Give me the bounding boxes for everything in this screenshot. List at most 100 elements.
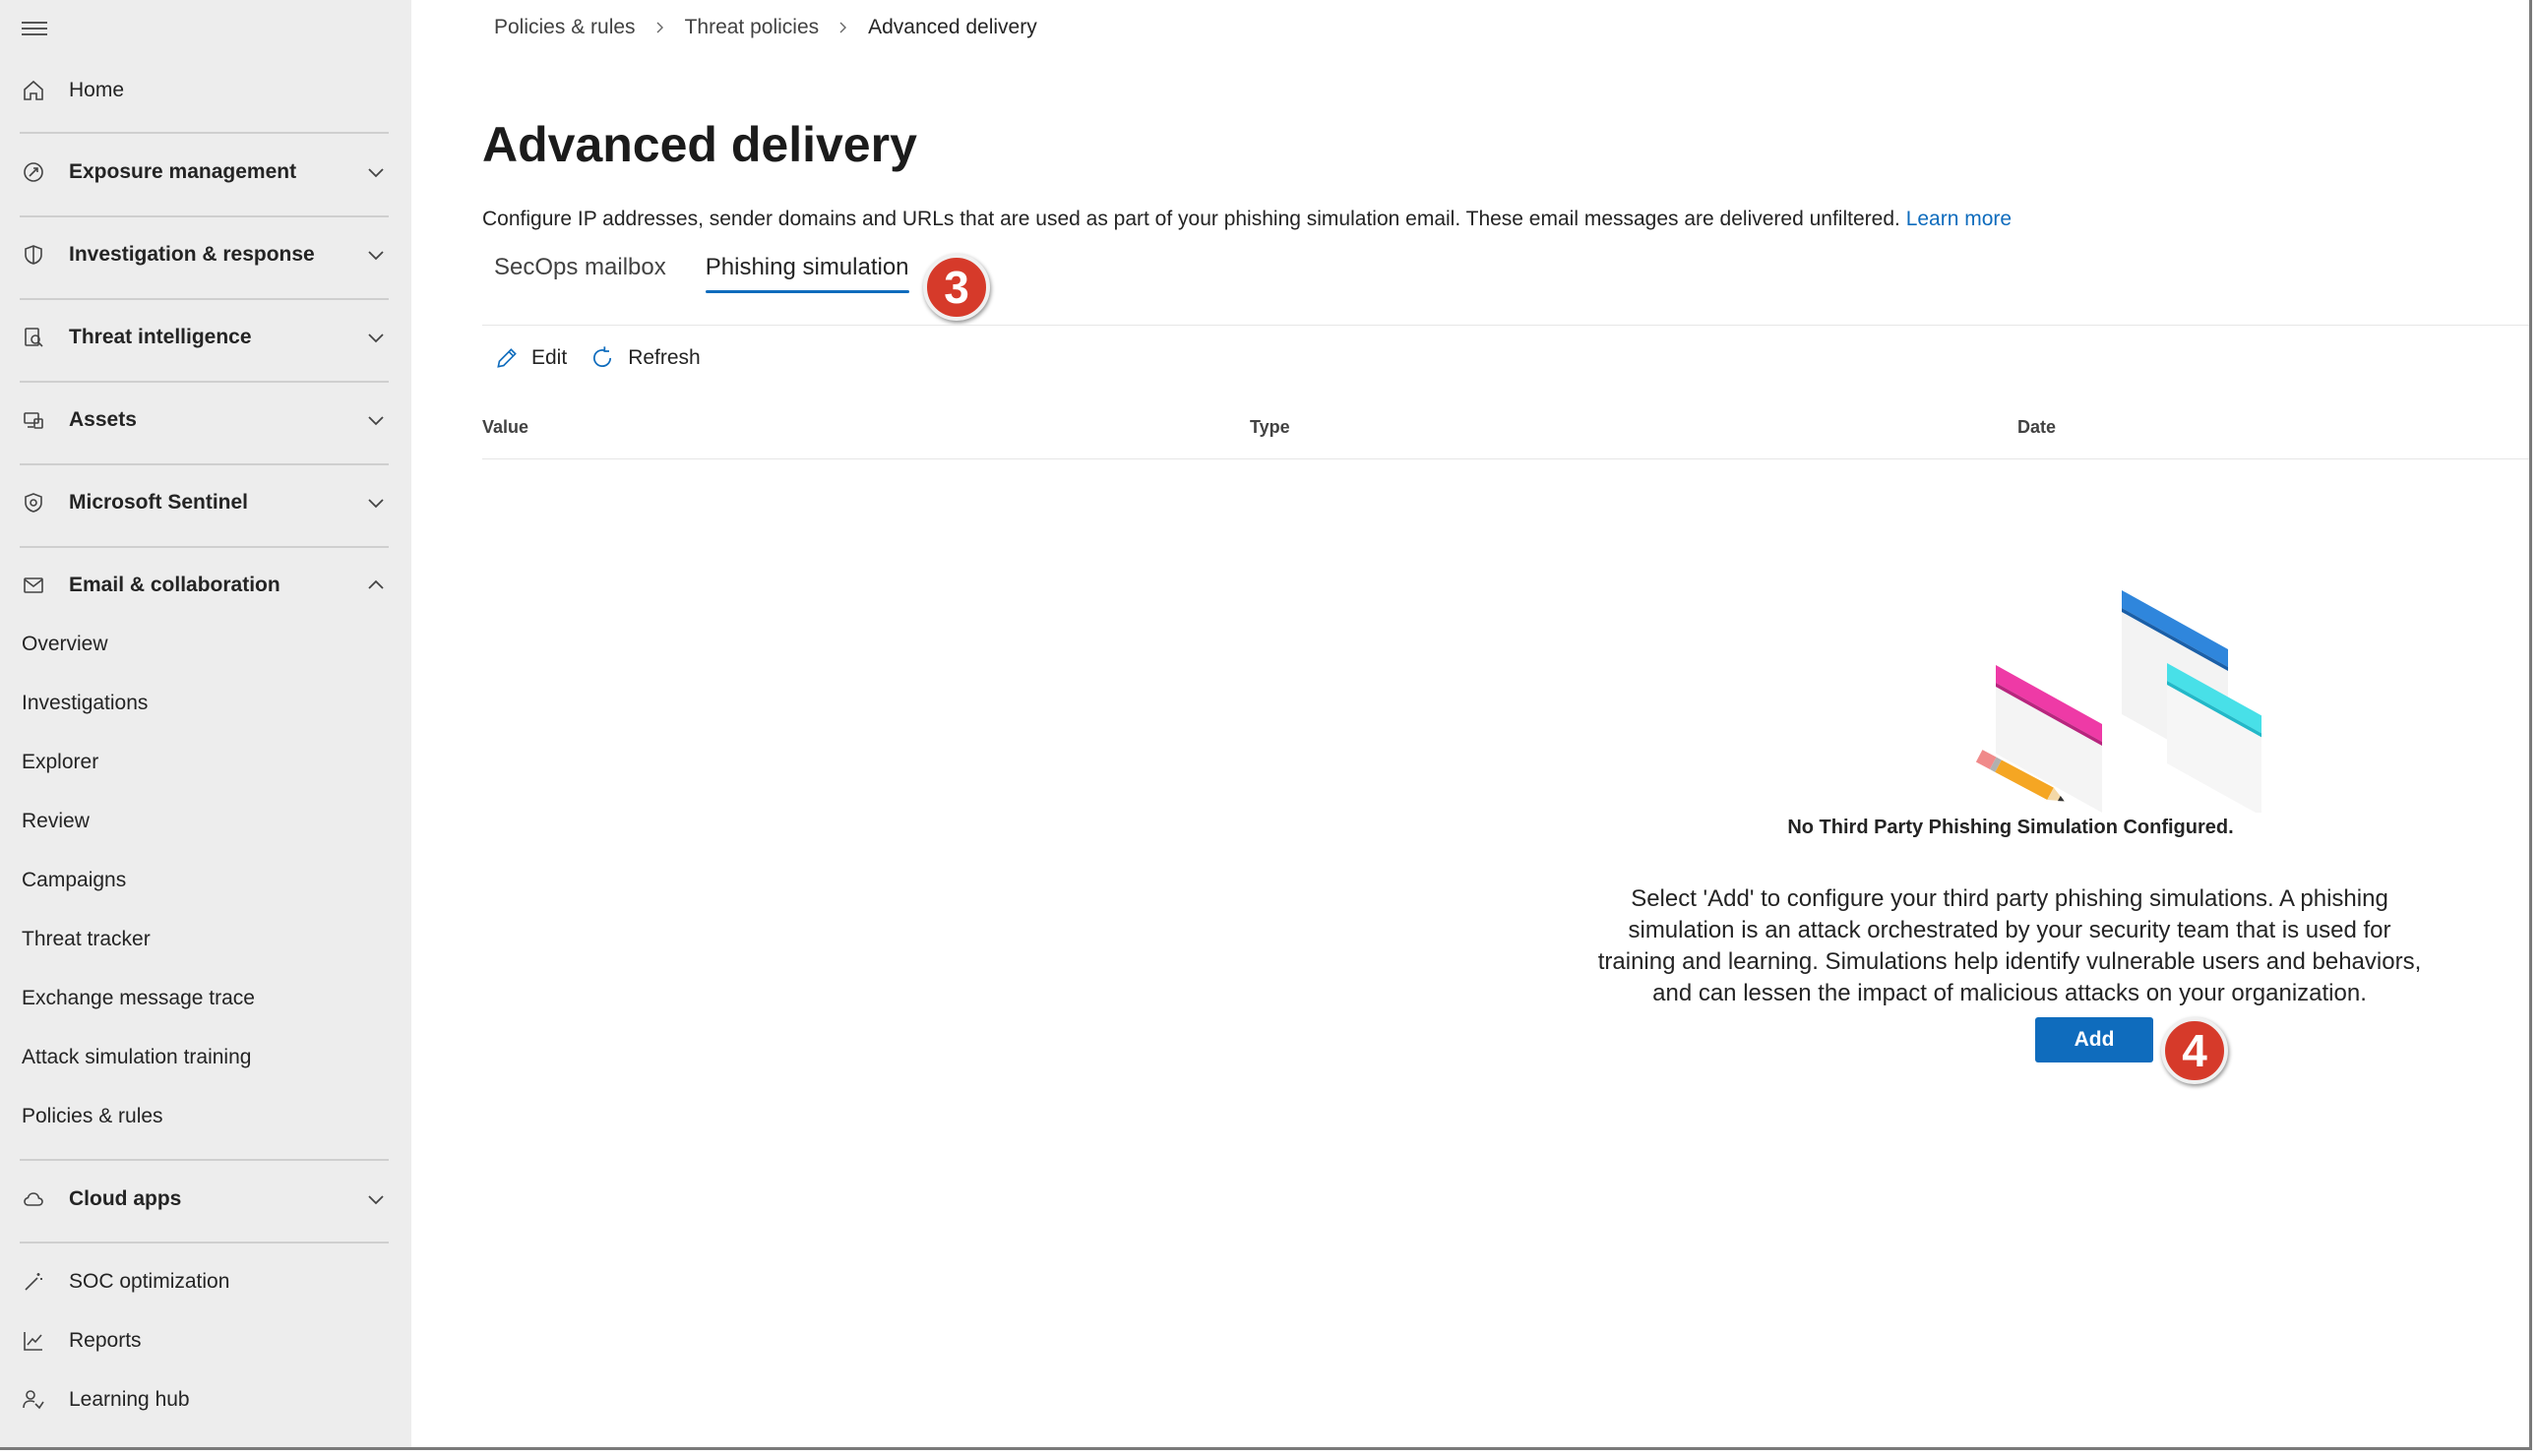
shield-icon — [20, 241, 47, 269]
chevron-right-icon — [656, 22, 663, 33]
sidebar-item-label: Policies & rules — [22, 1105, 163, 1127]
empty-state-title: No Third Party Phishing Simulation Confi… — [1787, 817, 2234, 838]
wand-icon — [20, 1268, 47, 1296]
sidebar-item-overview[interactable]: Overview — [0, 623, 411, 666]
chevron-down-icon — [368, 416, 384, 426]
step-badge-4: 4 — [2161, 1017, 2228, 1084]
threat-intel-icon — [20, 324, 47, 351]
sidebar-item-learning-hub[interactable]: Learning hub — [0, 1375, 411, 1425]
refresh-button[interactable]: Refresh — [589, 344, 701, 372]
sidebar-item-explorer[interactable]: Explorer — [0, 741, 411, 784]
sentinel-icon — [20, 489, 47, 516]
tab-phishing-simulation[interactable]: Phishing simulation — [705, 254, 909, 293]
column-header-type[interactable]: Type — [1250, 417, 1290, 438]
sidebar-item-label: Exposure management — [69, 160, 297, 183]
sidebar-item-attack-simulation-training[interactable]: Attack simulation training — [0, 1036, 411, 1079]
cloud-icon — [20, 1185, 47, 1213]
edit-label: Edit — [531, 346, 568, 369]
sidebar-item-reports[interactable]: Reports — [0, 1316, 411, 1365]
sidebar-item-label: Microsoft Sentinel — [69, 491, 249, 514]
sidebar-item-label: Campaigns — [22, 869, 127, 891]
sidebar-item-exchange-message-trace[interactable]: Exchange message trace — [0, 977, 411, 1020]
page-description: Configure IP addresses, sender domains a… — [482, 208, 2012, 231]
sidebar-item-label: Threat intelligence — [69, 326, 252, 348]
sidebar-item-label: Investigation & response — [69, 243, 315, 266]
refresh-label: Refresh — [628, 346, 701, 369]
sidebar-item-assets[interactable]: Assets — [0, 395, 411, 445]
home-icon — [20, 77, 47, 104]
breadcrumb: Policies & rules Threat policies Advance… — [494, 16, 1037, 39]
sidebar-item-label: Threat tracker — [22, 928, 151, 950]
chevron-up-icon — [368, 579, 384, 589]
sidebar-item-exposure-management[interactable]: Exposure management — [0, 148, 411, 197]
sidebar: Home Exposure management Investigation &… — [0, 0, 411, 1447]
command-bar: Edit Refresh — [494, 344, 722, 372]
sidebar-item-cloud-apps[interactable]: Cloud apps — [0, 1175, 411, 1224]
tab-list: SecOps mailbox Phishing simulation — [494, 254, 949, 293]
step-badge-3: 3 — [923, 254, 990, 321]
sidebar-item-label: Explorer — [22, 751, 99, 773]
assets-icon — [20, 406, 47, 434]
sidebar-divider — [20, 132, 389, 134]
refresh-icon — [593, 346, 612, 368]
table-header-divider — [482, 458, 2529, 459]
chevron-right-icon — [839, 22, 847, 33]
sidebar-item-label: SOC optimization — [69, 1270, 230, 1293]
sidebar-item-email-collaboration[interactable]: Email & collaboration — [0, 561, 411, 610]
sidebar-item-label: Cloud apps — [69, 1187, 182, 1210]
column-header-value[interactable]: Value — [482, 417, 528, 438]
sidebar-item-home[interactable]: Home — [0, 66, 411, 115]
sidebar-item-campaigns[interactable]: Campaigns — [0, 859, 411, 902]
mail-icon — [20, 572, 47, 599]
sidebar-item-label: Attack simulation training — [22, 1046, 252, 1068]
sidebar-item-review[interactable]: Review — [0, 800, 411, 843]
sidebar-divider — [20, 463, 389, 465]
breadcrumb-item[interactable]: Threat policies — [685, 16, 820, 39]
sidebar-divider — [20, 1159, 389, 1161]
main-content: Policies & rules Threat policies Advance… — [411, 0, 2529, 1447]
sidebar-item-label: Investigations — [22, 692, 149, 714]
sidebar-item-label: Exchange message trace — [22, 987, 255, 1009]
sidebar-item-label: Reports — [69, 1329, 142, 1352]
sidebar-item-investigations[interactable]: Investigations — [0, 682, 411, 725]
learning-icon — [20, 1386, 47, 1414]
learn-more-link[interactable]: Learn more — [1906, 208, 2012, 230]
empty-state-text: Select 'Add' to configure your third par… — [1597, 885, 2422, 1006]
chevron-down-icon — [368, 168, 384, 178]
sidebar-divider — [20, 298, 389, 300]
sidebar-item-investigation-response[interactable]: Investigation & response — [0, 230, 411, 279]
tabs-divider — [482, 325, 2529, 326]
sidebar-item-label: Review — [22, 810, 90, 832]
breadcrumb-item[interactable]: Policies & rules — [494, 16, 636, 39]
sidebar-item-soc-optimization[interactable]: SOC optimization — [0, 1257, 411, 1306]
screen: Home Exposure management Investigation &… — [0, 0, 2532, 1450]
exposure-icon — [20, 158, 47, 186]
page-title: Advanced delivery — [482, 117, 917, 172]
edit-button[interactable]: Edit — [494, 345, 567, 371]
description-text: Configure IP addresses, sender domains a… — [482, 208, 1900, 230]
sidebar-item-threat-intelligence[interactable]: Threat intelligence — [0, 313, 411, 362]
sidebar-item-threat-tracker[interactable]: Threat tracker — [0, 918, 411, 961]
chevron-down-icon — [368, 334, 384, 343]
sidebar-item-microsoft-sentinel[interactable]: Microsoft Sentinel — [0, 478, 411, 527]
sidebar-divider — [20, 1242, 389, 1244]
column-header-date[interactable]: Date — [2017, 417, 2056, 438]
add-button[interactable]: Add — [2035, 1017, 2153, 1062]
chevron-down-icon — [368, 251, 384, 261]
sidebar-item-label: Learning hub — [69, 1388, 190, 1411]
chevron-down-icon — [368, 1195, 384, 1205]
sidebar-item-label: Assets — [69, 408, 137, 431]
sidebar-item-policies-rules[interactable]: Policies & rules — [0, 1095, 411, 1138]
chart-icon — [20, 1327, 47, 1355]
sidebar-divider — [20, 215, 389, 217]
sidebar-item-label: Overview — [22, 633, 108, 655]
menu-toggle-icon[interactable] — [22, 22, 47, 37]
sidebar-divider — [20, 381, 389, 383]
sidebar-item-label: Email & collaboration — [69, 574, 280, 596]
empty-state-illustration — [1975, 590, 2261, 813]
breadcrumb-current: Advanced delivery — [868, 16, 1037, 38]
sidebar-item-label: Home — [69, 79, 125, 101]
chevron-down-icon — [368, 499, 384, 509]
sidebar-divider — [20, 546, 389, 548]
tab-secops-mailbox[interactable]: SecOps mailbox — [494, 254, 666, 293]
